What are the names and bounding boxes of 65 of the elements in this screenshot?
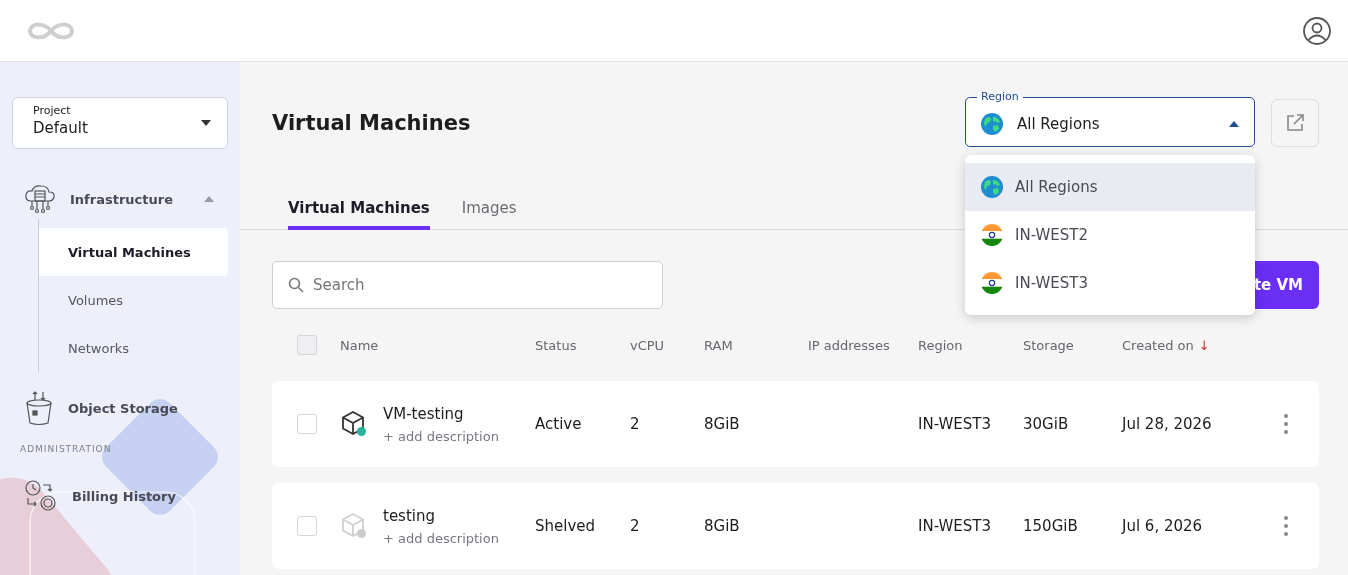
region-cell-text: IN-WEST3 — [918, 517, 992, 535]
column-header: vCPU — [630, 337, 666, 353]
tab[interactable]: Images — [461, 189, 517, 230]
search-icon — [288, 277, 304, 293]
india-flag-icon — [981, 272, 1003, 294]
row-checkbox[interactable] — [297, 516, 317, 536]
india-flag-icon — [981, 224, 1003, 246]
option-label: IN-WEST3 — [1015, 274, 1088, 292]
bucket-icon — [24, 390, 54, 426]
column-header: RAM — [704, 337, 734, 353]
cloud-server-icon — [24, 184, 56, 214]
row-checkbox[interactable] — [297, 414, 317, 434]
vm-row[interactable]: testing + add description Shelved 2 8GiB IN-WEST3 150GiB Jul 6, 2026 — [272, 483, 1319, 569]
column-header: Status — [535, 337, 578, 353]
add-description-link[interactable]: + add description — [383, 530, 499, 546]
external-link-icon — [1286, 114, 1304, 132]
column-header: IP addresses — [808, 337, 891, 353]
vcpu-cell-text: 2 — [630, 415, 641, 433]
globe-icon — [981, 176, 1003, 198]
storage-cell-text: 30GiB — [1023, 415, 1070, 433]
section-heading: ADMINISTRATION — [20, 444, 113, 454]
region-select[interactable]: Region All Regions — [965, 91, 1255, 147]
sidebar-item[interactable]: Virtual Machines — [39, 228, 228, 276]
tab[interactable]: Virtual Machines — [288, 189, 430, 230]
region-cell-text: IN-WEST3 — [918, 415, 992, 433]
sidebar-section[interactable]: Infrastructure — [70, 191, 190, 207]
vm-name[interactable]: VM-testing — [383, 404, 499, 423]
project-label: Project — [33, 104, 72, 117]
sidebar-section[interactable]: Billing History — [72, 488, 228, 504]
column-header: Storage — [1023, 337, 1075, 353]
export-button[interactable] — [1271, 99, 1319, 147]
page-title: Virtual Machines — [272, 111, 472, 135]
caret-icon — [201, 120, 211, 126]
caret-icon[interactable] — [204, 196, 214, 202]
column-header[interactable]: Created on — [1122, 337, 1194, 353]
sidebar-item[interactable]: Volumes — [39, 276, 228, 324]
storage-cell-text: 150GiB — [1023, 517, 1079, 535]
vcpu-cell-text: 2 — [630, 517, 641, 535]
status-cell-text: Active — [535, 415, 583, 433]
status-cell-text: Shelved — [535, 517, 597, 535]
region-value: All Regions — [1017, 114, 1101, 133]
ram-cell-text: 8GiB — [704, 415, 741, 433]
sidebar-item[interactable]: Networks — [39, 324, 228, 372]
option-label: All Regions — [1015, 178, 1098, 196]
add-description-link[interactable]: + add description — [383, 428, 499, 444]
sidebar-section[interactable]: Object Storage — [68, 400, 228, 416]
created-cell-text: Jul 6, 2026 — [1122, 517, 1204, 535]
globe-icon — [981, 112, 1003, 135]
project-value: Default — [33, 119, 89, 137]
vm-row[interactable]: VM-testing + add description Active 2 8GiB IN-WEST3 30GiB Jul 28, 2026 — [272, 381, 1319, 467]
vm-name[interactable]: testing — [383, 506, 499, 525]
region-label: Region — [980, 91, 1020, 103]
region-option[interactable]: IN-WEST2 — [965, 211, 1255, 259]
project-select[interactable]: Project Default — [12, 97, 228, 149]
user-avatar-icon[interactable] — [1302, 15, 1332, 46]
option-label: IN-WEST2 — [1015, 226, 1088, 244]
column-header: Region — [918, 337, 964, 353]
search-field[interactable]: Search — [272, 261, 663, 309]
created-cell-text: Jul 28, 2026 — [1122, 415, 1213, 433]
ram-cell-text: 8GiB — [704, 517, 741, 535]
select-all-checkbox[interactable] — [297, 335, 317, 355]
column-header: Name — [340, 337, 380, 353]
region-option[interactable]: All Regions — [965, 163, 1255, 211]
billing-clock-coin-icon — [24, 479, 58, 513]
sort-arrow: ↓ — [1198, 337, 1210, 353]
